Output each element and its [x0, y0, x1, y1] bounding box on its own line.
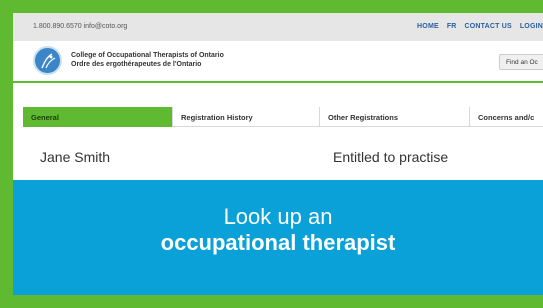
- tab-general[interactable]: General: [23, 107, 173, 127]
- brand-header: College of Occupational Therapists of On…: [13, 41, 543, 83]
- registrant-name: Jane Smith: [40, 149, 111, 165]
- top-utility-bar: 1.800.890.6570 info@coto.org HOME FR CON…: [13, 13, 543, 41]
- banner-line-2: occupational therapist: [160, 230, 396, 255]
- coto-logo-icon[interactable]: [33, 46, 62, 75]
- promo-banner: Look up an occupational therapist: [13, 180, 543, 295]
- top-nav: HOME FR CONTACT US LOGIN: [411, 23, 543, 30]
- org-name-en: College of Occupational Therapists of On…: [71, 52, 224, 59]
- registration-status: Entitled to practise: [333, 149, 449, 165]
- banner-line-1: Look up an: [223, 204, 333, 229]
- tab-registration-history[interactable]: Registration History: [173, 107, 320, 127]
- contact-info: 1.800.890.6570 info@coto.org: [33, 23, 128, 30]
- find-ot-button[interactable]: Find an Oc: [499, 54, 543, 70]
- profile-tabs: General Registration History Other Regis…: [23, 107, 543, 127]
- org-name-fr: Ordre des ergothérapeutes de l'Ontario: [71, 61, 202, 68]
- nav-home-link[interactable]: HOME: [417, 23, 439, 30]
- nav-login-link[interactable]: LOGIN: [520, 23, 543, 30]
- nav-contact-link[interactable]: CONTACT US: [465, 23, 512, 30]
- nav-fr-link[interactable]: FR: [447, 23, 457, 30]
- organization-name: College of Occupational Therapists of On…: [71, 51, 224, 69]
- tab-other-registrations[interactable]: Other Registrations: [320, 107, 470, 127]
- registrant-record: Jane Smith Entitled to practise: [13, 130, 543, 180]
- tab-concerns[interactable]: Concerns and/c: [470, 107, 543, 127]
- browser-viewport: 1.800.890.6570 info@coto.org HOME FR CON…: [13, 13, 543, 295]
